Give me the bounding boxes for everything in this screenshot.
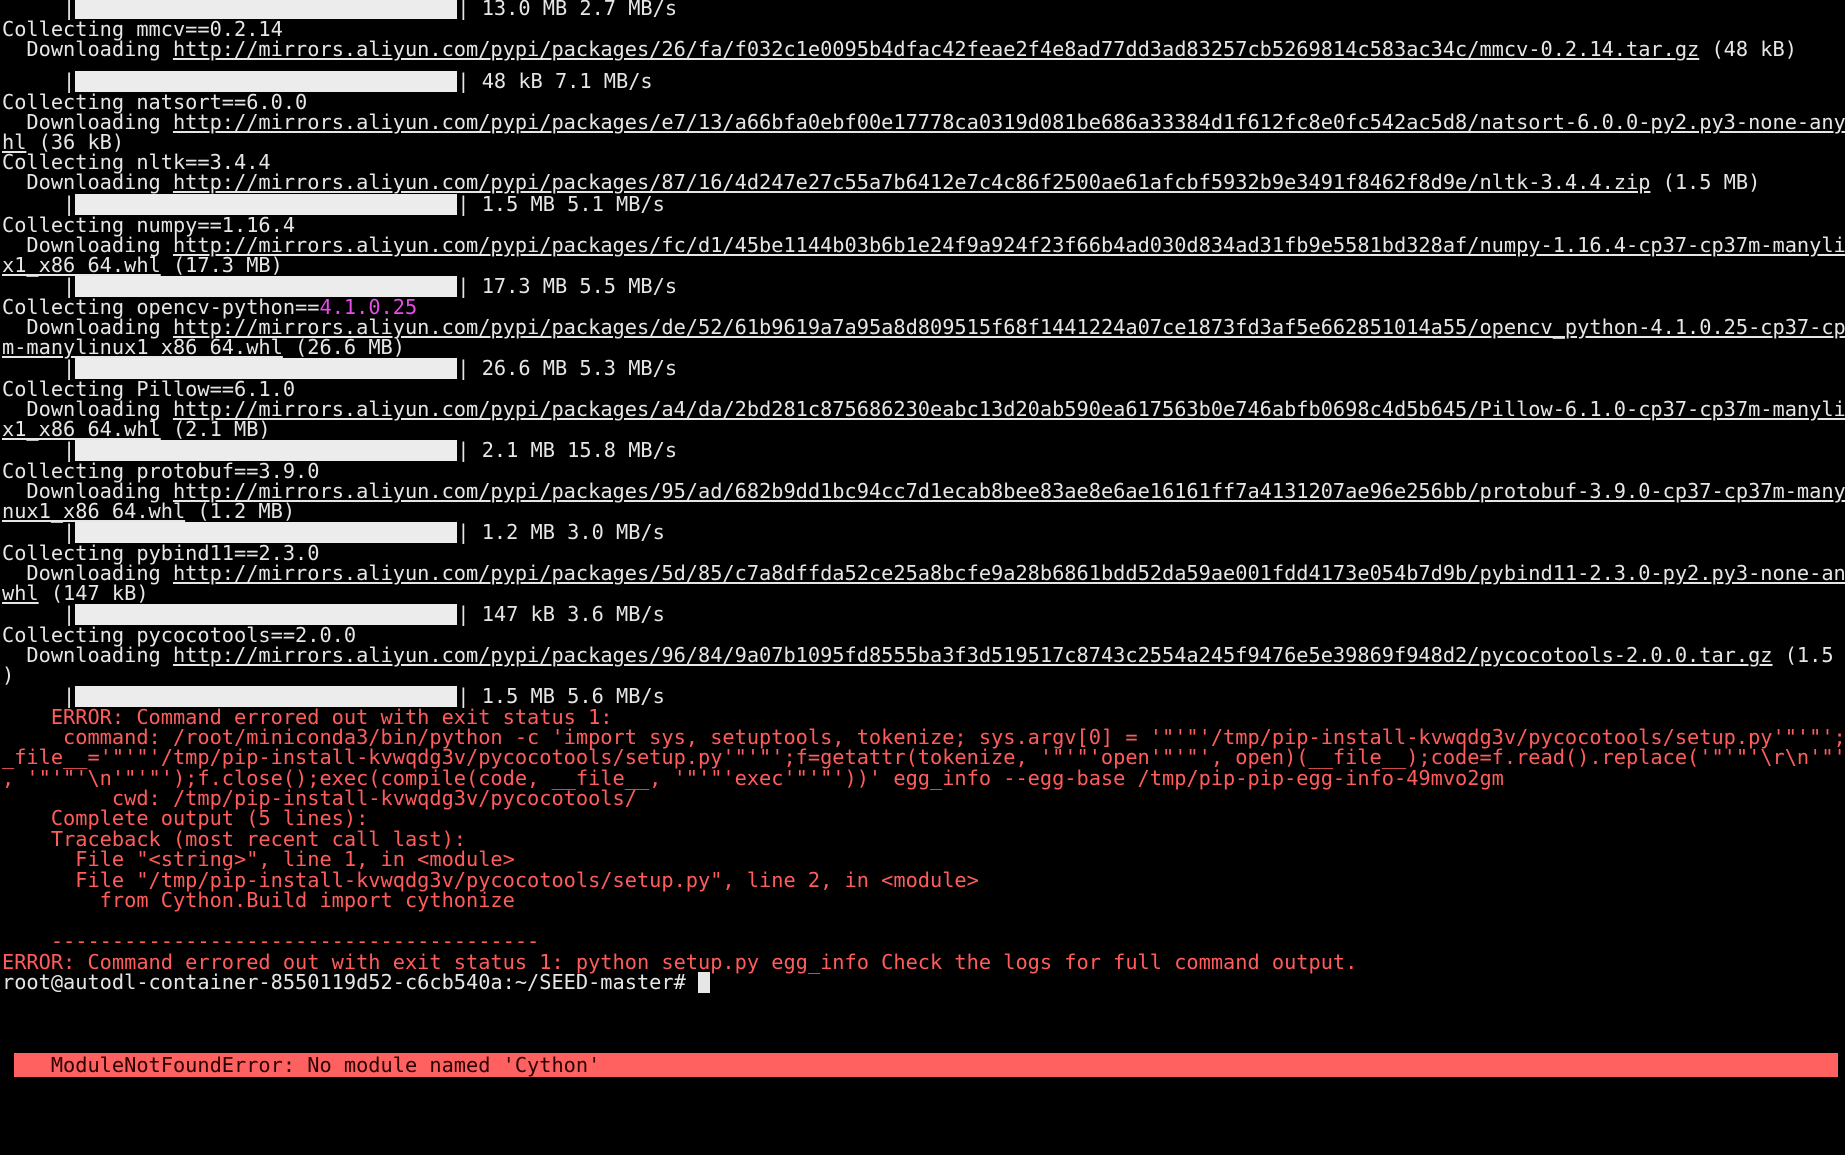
progress-fill — [75, 276, 458, 297]
prompt-text: root@autodl-container-8550119d52-c6cb540… — [2, 970, 698, 994]
text-cursor — [698, 972, 710, 993]
shell-prompt[interactable]: root@autodl-container-8550119d52-c6cb540… — [2, 970, 1845, 994]
progress-fill — [75, 686, 458, 707]
progress-fill — [75, 440, 458, 461]
progress-fill — [75, 71, 458, 92]
progress-fill — [75, 522, 458, 543]
progress-fill — [75, 358, 458, 379]
terminal-window[interactable]: | | 13.0 MB 2.7 MB/s Collecting mmcv==0.2… — [0, 0, 1845, 1155]
downloading-line: Downloading http://mirrors.aliyun.com/py… — [2, 170, 1761, 194]
download-url[interactable]: http://mirrors.aliyun.com/pypi/packages/… — [173, 37, 1699, 61]
error-traceback-import: from Cython.Build import cythonize — [2, 888, 515, 912]
progress-fill — [75, 194, 458, 215]
download-url[interactable]: http://mirrors.aliyun.com/pypi/packages/… — [173, 170, 1650, 194]
progress-fill — [75, 604, 458, 625]
downloading-line: Downloading http://mirrors.aliyun.com/py… — [2, 37, 1797, 61]
module-not-found-error: ModuleNotFoundError: No module named 'Cy… — [2, 1053, 601, 1077]
